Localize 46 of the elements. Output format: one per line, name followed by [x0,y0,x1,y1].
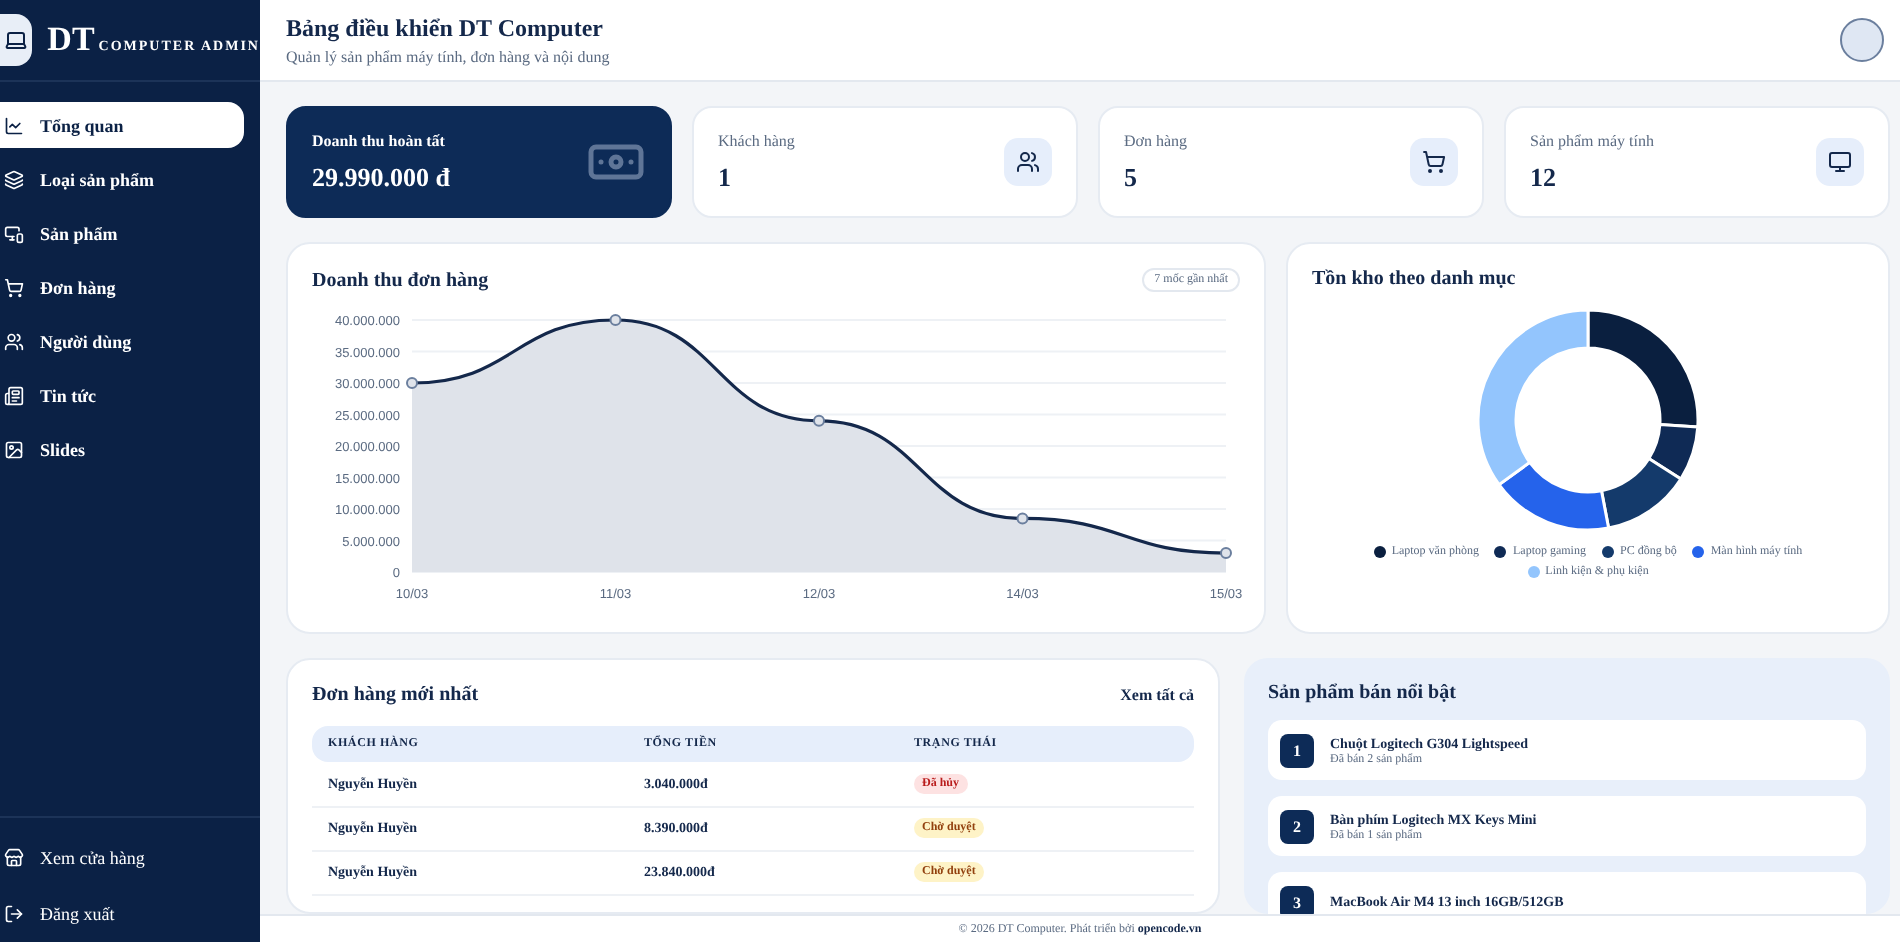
users-icon [4,331,24,351]
monitor-icon [1816,138,1864,186]
data-point [1016,512,1029,525]
stat-label: Đơn hàng [1124,131,1188,149]
stat-value: 29.990.000 đ [312,161,450,193]
layers-icon [4,169,24,189]
rank-number: 3 [1280,885,1314,914]
data-point [609,314,622,326]
view-all-link[interactable]: Xem tất cả [1120,686,1194,704]
stat-value: 5 [1124,161,1139,193]
sidebar-item[interactable]: Sản phẩm [0,210,244,256]
devices-icon [4,223,24,243]
page-subtitle: Quản lý sản phẩm máy tính, đơn hàng và nội dung [286,48,610,66]
stat-label: Sản phẩm máy tính [1530,131,1654,149]
card-title: Sản phẩm bán nổi bật [1268,682,1458,704]
card-title: Đơn hàng mới nhất [312,684,479,706]
data-point [813,414,825,427]
data-point [1220,547,1232,560]
newspaper-icon [4,385,24,405]
cart-icon [1410,138,1458,186]
sidebar-item[interactable]: Slides [0,426,244,472]
logout-icon [4,904,24,924]
card-title: Doanh thu đơn hàng [312,269,489,291]
cart-icon [4,277,24,297]
brand-title: DT [47,20,95,60]
sidebar-item[interactable]: Tin tức [0,372,244,418]
users-icon [1004,138,1052,186]
rank-number: 2 [1280,809,1314,843]
sidebar-link[interactable]: Xem cửa hàng [4,842,260,874]
image-icon [4,439,24,459]
sidebar-item[interactable]: Loại sản phẩm [0,156,244,202]
data-point [406,377,418,389]
page-title: Bảng điều khiển DT Computer [286,14,605,44]
sidebar-item[interactable]: Người dùng [0,318,244,364]
sidebar-item[interactable]: Tổng quan [0,102,244,148]
sidebar-link[interactable]: Đăng xuất [4,898,260,930]
sidebar-item[interactable]: Đơn hàng [0,264,244,310]
stat-value: 1 [718,161,733,193]
card-title: Tồn kho theo danh mục [1312,268,1518,290]
chart-icon [4,115,24,135]
avatar[interactable] [1840,18,1884,62]
stat-label: Doanh thu hoàn tất [312,131,447,149]
rank-number: 1 [1280,733,1314,767]
store-icon [4,848,24,868]
stat-label: Khách hàng [718,131,795,149]
stat-value: 12 [1530,161,1558,193]
